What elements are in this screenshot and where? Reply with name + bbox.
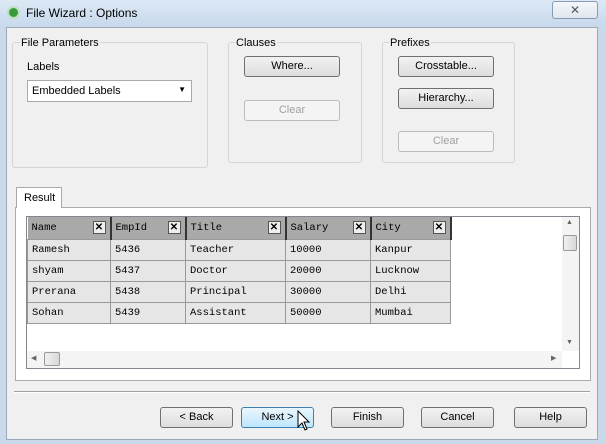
horizontal-scroll-thumb[interactable] <box>44 352 60 366</box>
cell[interactable]: Mumbai <box>370 301 451 324</box>
close-icon[interactable]: ✕ <box>432 221 446 234</box>
horizontal-scrollbar[interactable]: ◀ ▶ <box>27 351 562 368</box>
cell[interactable]: Assistant <box>185 301 286 324</box>
close-icon[interactable]: ✕ <box>267 221 281 234</box>
close-icon[interactable]: ✕ <box>167 221 181 234</box>
column-label: Salary <box>290 221 329 234</box>
cell[interactable]: 5436 <box>110 238 186 261</box>
scroll-up-icon[interactable]: ▲ <box>566 219 573 226</box>
prefixes-title: Prefixes <box>389 37 431 49</box>
header-row: Name ✕ EmpId ✕ Title ✕ Salary ✕ City ✕ <box>27 217 452 239</box>
crosstable-button[interactable]: Crosstable... <box>398 56 494 77</box>
cancel-button[interactable]: Cancel <box>421 407 494 428</box>
cell[interactable]: shyam <box>27 259 111 282</box>
cell[interactable]: Delhi <box>370 280 451 303</box>
close-icon[interactable]: ✕ <box>92 221 106 234</box>
clauses-clear-button[interactable]: Clear <box>244 100 340 121</box>
tab-result[interactable]: Result <box>16 187 62 208</box>
where-button[interactable]: Where... <box>244 56 340 77</box>
cell[interactable]: 5438 <box>110 280 186 303</box>
table-row: Sohan 5439 Assistant 50000 Mumbai <box>27 301 451 324</box>
cell[interactable]: Doctor <box>185 259 286 282</box>
cell[interactable]: Ramesh <box>27 238 111 261</box>
cell[interactable]: Sohan <box>27 301 111 324</box>
cell[interactable]: 10000 <box>285 238 371 261</box>
cell[interactable]: Teacher <box>185 238 286 261</box>
finish-button[interactable]: Finish <box>331 407 404 428</box>
hierarchy-button[interactable]: Hierarchy... <box>398 88 494 109</box>
cell[interactable]: 30000 <box>285 280 371 303</box>
clauses-title: Clauses <box>235 37 277 49</box>
result-table: Name ✕ EmpId ✕ Title ✕ Salary ✕ City ✕ Ramesh… <box>27 217 452 324</box>
file-parameters-title: File Parameters <box>20 37 100 49</box>
column-header[interactable]: Salary ✕ <box>285 217 372 239</box>
cell[interactable]: 20000 <box>285 259 371 282</box>
table-row: Prerana 5438 Principal 30000 Delhi <box>27 280 451 303</box>
cell[interactable]: Lucknow <box>370 259 451 282</box>
vertical-scroll-thumb[interactable] <box>563 235 577 251</box>
close-button[interactable]: ✕ <box>552 1 598 19</box>
app-icon <box>7 6 20 19</box>
table-row: shyam 5437 Doctor 20000 Lucknow <box>27 259 451 282</box>
cell[interactable]: 5437 <box>110 259 186 282</box>
cell[interactable]: 50000 <box>285 301 371 324</box>
column-label: EmpId <box>115 221 148 234</box>
column-label: Name <box>31 221 57 234</box>
cell[interactable]: 5439 <box>110 301 186 324</box>
column-header[interactable]: EmpId ✕ <box>110 217 187 239</box>
close-icon[interactable]: ✕ <box>352 221 366 234</box>
help-button[interactable]: Help <box>514 407 587 428</box>
mouse-cursor-icon <box>297 410 311 431</box>
back-button[interactable]: < Back <box>160 407 233 428</box>
labels-select[interactable]: Embedded Labels ▼ <box>27 80 192 102</box>
chevron-down-icon: ▼ <box>178 85 186 94</box>
cell[interactable]: Prerana <box>27 280 111 303</box>
scroll-left-icon[interactable]: ◀ <box>31 354 36 362</box>
column-header[interactable]: Title ✕ <box>185 217 287 239</box>
window-title: File Wizard : Options <box>26 6 138 20</box>
result-grid: Name ✕ EmpId ✕ Title ✕ Salary ✕ City ✕ Ramesh… <box>26 216 580 369</box>
scroll-right-icon[interactable]: ▶ <box>551 354 556 362</box>
column-header[interactable]: City ✕ <box>370 217 452 239</box>
cell[interactable]: Principal <box>185 280 286 303</box>
vertical-scrollbar[interactable]: ▲ ▼ <box>562 217 579 351</box>
table-row: Ramesh 5436 Teacher 10000 Kanpur <box>27 238 451 261</box>
footer-divider <box>14 391 590 393</box>
prefixes-clear-button[interactable]: Clear <box>398 131 494 152</box>
column-label: City <box>375 221 401 234</box>
column-label: Title <box>190 221 223 234</box>
labels-label: Labels <box>27 61 60 73</box>
labels-value: Embedded Labels <box>32 85 121 97</box>
cell[interactable]: Kanpur <box>370 238 451 261</box>
scroll-down-icon[interactable]: ▼ <box>566 339 573 346</box>
column-header[interactable]: Name ✕ <box>27 217 112 239</box>
